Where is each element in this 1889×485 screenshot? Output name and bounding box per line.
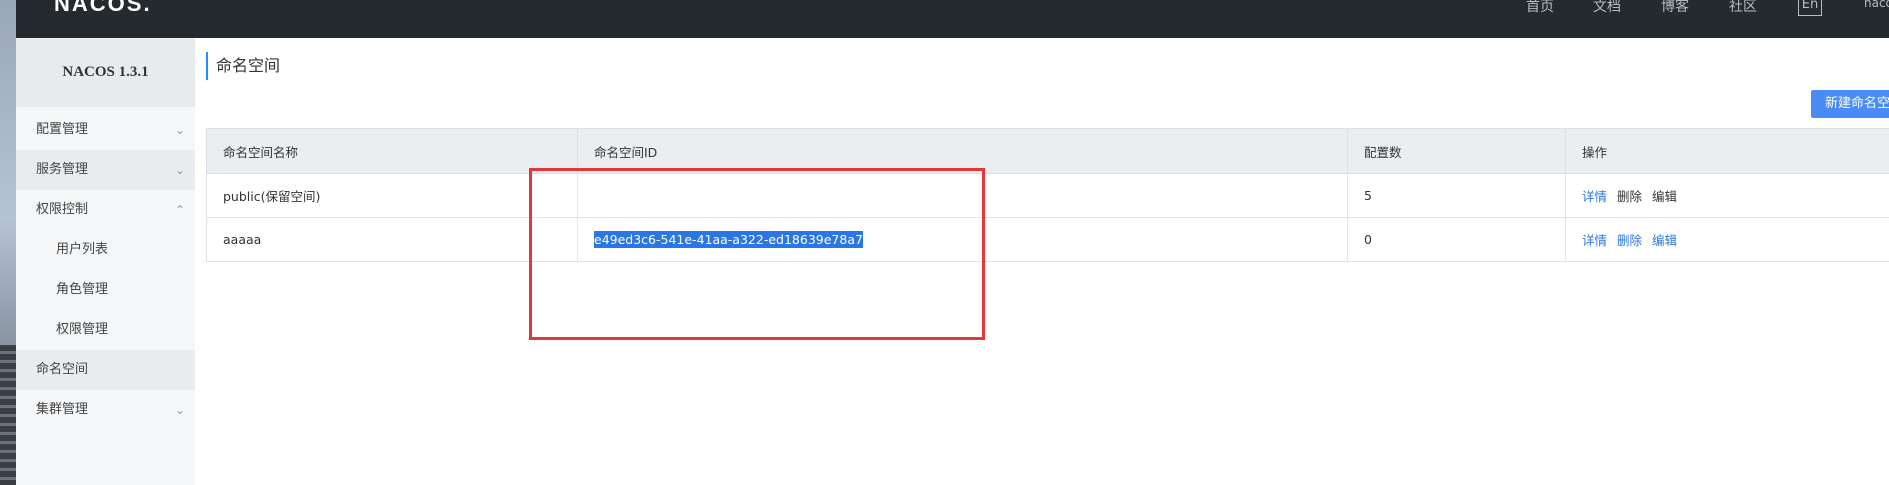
desktop-background bbox=[0, 0, 16, 485]
sidebar-item-user-list[interactable]: 用户列表 bbox=[16, 230, 195, 270]
delete-link[interactable]: 删除 bbox=[1617, 233, 1642, 248]
table-row: public(保留空间) 5 详情 删除 编辑 bbox=[206, 173, 1889, 218]
actions-cell: 详情 删除 编辑 bbox=[1565, 217, 1889, 262]
column-header-config-count: 配置数 bbox=[1347, 128, 1566, 174]
sidebar-item-label: 权限控制 bbox=[36, 202, 89, 217]
chevron-up-icon: ⌃ bbox=[174, 203, 185, 217]
chevron-down-icon: ⌄ bbox=[174, 163, 185, 177]
sidebar-item-namespace[interactable]: 命名空间 bbox=[16, 350, 195, 390]
actions-cell: 详情 删除 编辑 bbox=[1565, 173, 1889, 218]
edit-link[interactable]: 编辑 bbox=[1652, 189, 1677, 204]
main-content: 命名空间 新建命名空间 命名空间名称 命名空间ID 配置数 操作 public(… bbox=[195, 38, 1889, 485]
sidebar-item-label: 命名空间 bbox=[36, 362, 89, 377]
namespace-table: 命名空间名称 命名空间ID 配置数 操作 public(保留空间) 5 详情 删除… bbox=[206, 128, 1889, 262]
sidebar-item-label: 配置管理 bbox=[36, 122, 89, 137]
create-namespace-button[interactable]: 新建命名空间 bbox=[1811, 90, 1889, 118]
details-link[interactable]: 详情 bbox=[1582, 233, 1607, 248]
table-header-row: 命名空间名称 命名空间ID 配置数 操作 bbox=[206, 128, 1889, 174]
config-count-cell: 5 bbox=[1347, 173, 1566, 218]
user-menu[interactable]: nacos bbox=[1864, 0, 1889, 10]
top-navbar: NACOS. 首页 文档 博客 社区 En nacos bbox=[16, 0, 1889, 38]
annotation-highlight-box bbox=[529, 168, 985, 340]
chevron-down-icon: ⌄ bbox=[174, 123, 185, 137]
language-switch-button[interactable]: En bbox=[1798, 0, 1822, 16]
nav-home[interactable]: 首页 bbox=[1526, 0, 1554, 16]
sidebar-item-permission-management[interactable]: 权限管理 bbox=[16, 310, 195, 350]
sidebar-item-label: 集群管理 bbox=[36, 402, 89, 417]
sidebar-item-role-management[interactable]: 角色管理 bbox=[16, 270, 195, 310]
nacos-logo[interactable]: NACOS. bbox=[54, 0, 152, 17]
config-count-cell: 0 bbox=[1347, 217, 1566, 262]
column-header-name: 命名空间名称 bbox=[206, 128, 578, 174]
sidebar-item-service-management[interactable]: 服务管理 ⌄ bbox=[16, 150, 195, 190]
column-header-actions: 操作 bbox=[1565, 128, 1889, 174]
edit-link[interactable]: 编辑 bbox=[1652, 233, 1677, 248]
namespace-name-cell: public(保留空间) bbox=[206, 173, 578, 218]
sidebar-item-label: 用户列表 bbox=[56, 242, 109, 257]
sidebar-item-label: 权限管理 bbox=[56, 322, 109, 337]
sidebar-item-cluster-management[interactable]: 集群管理 ⌄ bbox=[16, 390, 195, 430]
sidebar-version-title: NACOS 1.3.1 bbox=[16, 38, 195, 107]
sidebar-item-config-management[interactable]: 配置管理 ⌄ bbox=[16, 110, 195, 150]
nav-docs[interactable]: 文档 bbox=[1593, 0, 1621, 16]
sidebar: NACOS 1.3.1 配置管理 ⌄ 服务管理 ⌄ 权限控制 ⌃ 用户列表 角色… bbox=[16, 38, 195, 485]
namespace-name-cell: aaaaa bbox=[206, 217, 578, 262]
page-title: 命名空间 bbox=[206, 52, 280, 80]
nav-community[interactable]: 社区 bbox=[1729, 0, 1757, 16]
table-row: aaaaa e49ed3c6-541e-41aa-a322-ed18639e78… bbox=[206, 217, 1889, 262]
delete-link[interactable]: 删除 bbox=[1617, 189, 1642, 204]
sidebar-item-label: 角色管理 bbox=[56, 282, 109, 297]
sidebar-item-label: 服务管理 bbox=[36, 162, 89, 177]
nav-blog[interactable]: 博客 bbox=[1661, 0, 1689, 16]
details-link[interactable]: 详情 bbox=[1582, 189, 1607, 204]
chevron-down-icon: ⌄ bbox=[174, 403, 185, 417]
sidebar-item-access-control[interactable]: 权限控制 ⌃ bbox=[16, 190, 195, 230]
column-header-id: 命名空间ID bbox=[577, 128, 1348, 174]
